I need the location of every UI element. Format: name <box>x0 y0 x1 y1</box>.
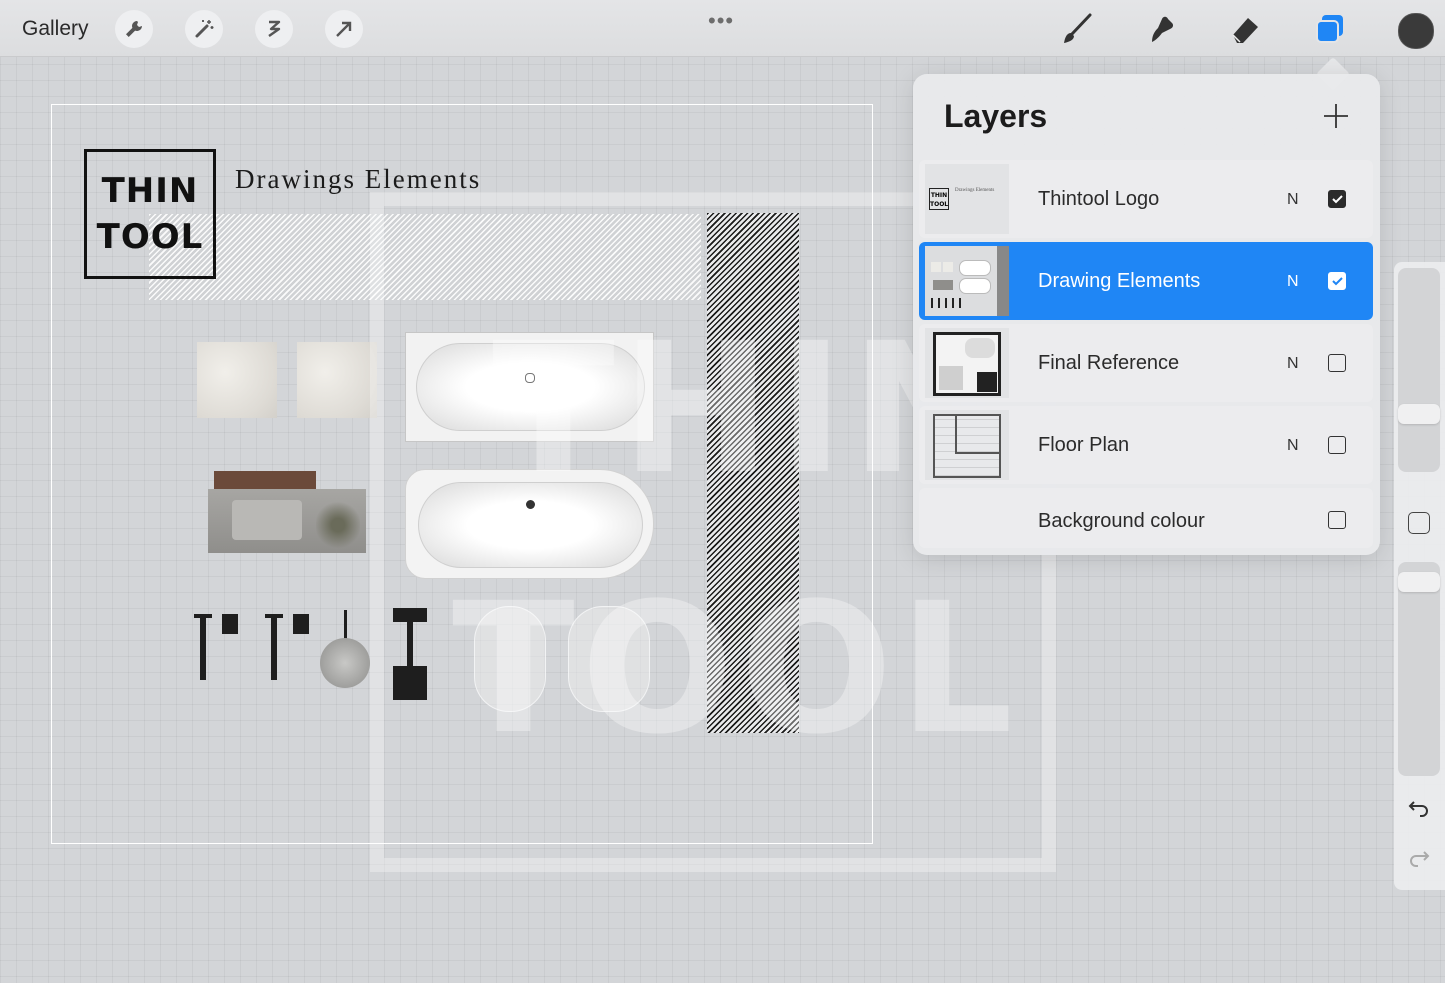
visibility-checkbox[interactable] <box>1328 354 1346 372</box>
opacity-slider[interactable] <box>1398 562 1440 776</box>
checkmark-icon <box>1332 277 1343 286</box>
more-options-button[interactable]: ••• <box>708 8 734 34</box>
visibility-checkbox[interactable] <box>1328 190 1346 208</box>
thumb-caption: Drawings Elements <box>955 188 995 193</box>
blend-mode-button[interactable]: N <box>1287 273 1299 291</box>
smudge-icon[interactable] <box>1144 12 1178 46</box>
marble-tile <box>297 342 377 418</box>
side-slider-bar <box>1394 262 1445 890</box>
visibility-checkbox[interactable] <box>1328 436 1346 454</box>
blend-mode-button[interactable]: N <box>1287 437 1299 455</box>
logo-text-line2: TOOL <box>96 217 204 257</box>
layer-row-thintool-logo[interactable]: THIN TOOL Drawings Elements Thintool Log… <box>919 160 1373 238</box>
shower-head <box>320 638 370 688</box>
canvas-logo: THIN TOOL <box>84 149 216 279</box>
redo-icon[interactable] <box>1406 846 1432 872</box>
tap-valve <box>293 614 309 634</box>
vanity-shelf <box>214 471 316 491</box>
visibility-checkbox[interactable] <box>1328 511 1346 529</box>
add-layer-button[interactable] <box>1322 102 1350 130</box>
visibility-checkbox[interactable] <box>1328 272 1346 290</box>
color-picker-button[interactable] <box>1398 13 1434 49</box>
layers-panel: Layers THIN TOOL Drawings Elements Thint… <box>913 74 1380 555</box>
watermark-text-line2: TOOL <box>452 565 1020 774</box>
blend-mode-button[interactable]: N <box>1287 191 1299 209</box>
layer-name: Floor Plan <box>1038 434 1130 456</box>
layer-name: Drawing Elements <box>1038 270 1201 292</box>
tap-valve <box>222 614 238 634</box>
wall-tap-spout <box>265 614 283 618</box>
layer-row-background-colour[interactable]: Background colour <box>919 488 1373 548</box>
wrench-icon[interactable] <box>115 10 153 48</box>
layer-thumbnail <box>925 328 1009 398</box>
layer-thumbnail <box>925 410 1009 480</box>
layer-row-floor-plan[interactable]: Floor Plan N <box>919 406 1373 484</box>
modify-button[interactable] <box>1408 512 1430 534</box>
logo-text-line1: THIN <box>101 171 199 211</box>
brush-size-slider[interactable] <box>1398 268 1440 472</box>
transform-arrow-icon[interactable] <box>325 10 363 48</box>
wall-tap <box>200 614 206 680</box>
layer-name: Thintool Logo <box>1038 188 1160 210</box>
undo-icon[interactable] <box>1406 796 1432 822</box>
top-toolbar: Gallery ••• <box>0 0 1445 57</box>
layer-name: Final Reference <box>1038 352 1180 374</box>
wall-tap <box>271 614 277 680</box>
canvas-title: Drawings Elements <box>235 164 482 194</box>
layers-title: Layers <box>944 98 1048 134</box>
blend-mode-button[interactable]: N <box>1287 355 1299 373</box>
brush-icon[interactable] <box>1060 12 1094 46</box>
thumb-logo-line1: THIN <box>930 192 948 199</box>
checkmark-icon <box>1332 195 1343 204</box>
layer-row-final-reference[interactable]: Final Reference N <box>919 324 1373 402</box>
gallery-button[interactable]: Gallery <box>22 17 89 41</box>
layer-thumbnail: THIN TOOL Drawings Elements <box>925 164 1009 234</box>
marble-tile <box>197 342 277 418</box>
layer-name: Background colour <box>1038 510 1205 532</box>
wall-tap-spout <box>194 614 212 618</box>
opacity-slider-thumb[interactable] <box>1398 572 1440 592</box>
thumb-logo-line2: TOOL <box>930 201 949 208</box>
selection-icon[interactable] <box>255 10 293 48</box>
plant-decor <box>316 500 360 550</box>
magic-wand-icon[interactable] <box>185 10 223 48</box>
layer-row-drawing-elements[interactable]: Drawing Elements N <box>919 242 1373 320</box>
layers-icon[interactable] <box>1313 12 1347 46</box>
layer-thumbnail <box>925 246 1009 316</box>
vanity-basin <box>232 500 302 540</box>
brush-size-slider-thumb[interactable] <box>1398 404 1440 424</box>
plus-icon <box>1324 104 1348 128</box>
eraser-icon[interactable] <box>1228 12 1262 46</box>
